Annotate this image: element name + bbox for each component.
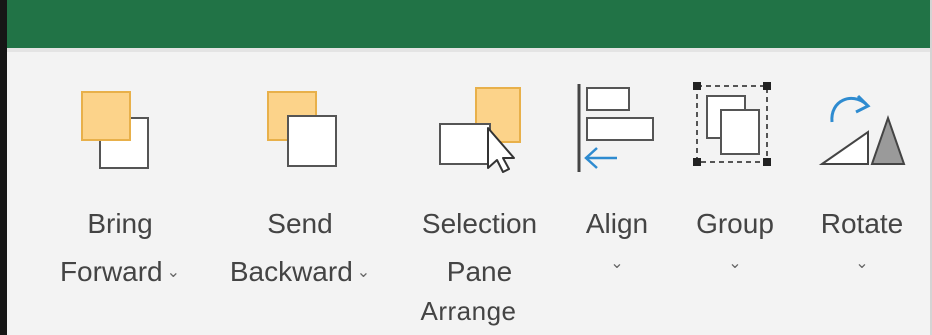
group-label: Group [696, 208, 774, 239]
title-bar [7, 0, 932, 48]
bring-forward-label-line2: Forward [59, 256, 163, 287]
group-objects-icon [693, 82, 771, 166]
send-backward-icon [267, 91, 337, 167]
rotate-icon [818, 94, 906, 165]
send-backward-dropdown-icon[interactable]: ⌄ [357, 264, 370, 281]
selection-pane-button[interactable]: Selection Pane [402, 72, 557, 302]
send-backward-label-line2: Backward [229, 256, 353, 287]
bring-forward-button[interactable]: Bring Forward ⌄ [45, 72, 195, 302]
send-backward-label-line1: Send [267, 208, 333, 239]
align-button[interactable]: Align ⌄ [567, 72, 667, 302]
selection-pane-label-line1: Selection [421, 208, 538, 239]
bring-forward-icon [81, 91, 149, 169]
arrange-ribbon-group: Bring Forward ⌄ Send Backward ⌄ Selection … [7, 52, 930, 335]
send-backward-button[interactable]: Send Backward ⌄ [210, 72, 390, 302]
group-dropdown-icon[interactable]: ⌄ [685, 248, 785, 280]
align-label: Align [585, 208, 649, 239]
rotate-label: Rotate [820, 208, 904, 239]
bring-forward-label-line1: Bring [87, 208, 153, 239]
window-left-edge [0, 0, 7, 335]
rotate-dropdown-icon[interactable]: ⌄ [807, 248, 917, 280]
rotate-button[interactable]: Rotate ⌄ [807, 72, 917, 302]
selection-pane-label-line2: Pane [446, 256, 513, 287]
arrange-group-label: Arrange [420, 296, 517, 326]
bring-forward-dropdown-icon[interactable]: ⌄ [167, 264, 180, 281]
group-button[interactable]: Group ⌄ [685, 72, 785, 302]
align-icon [577, 84, 654, 172]
selection-pane-icon [438, 87, 521, 173]
align-dropdown-icon[interactable]: ⌄ [567, 248, 667, 280]
